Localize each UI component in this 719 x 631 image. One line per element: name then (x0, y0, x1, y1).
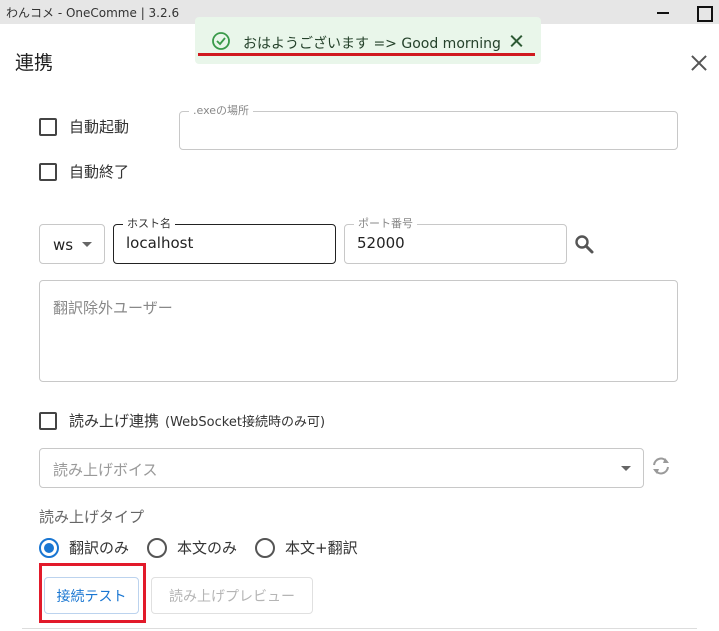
radio-translation-only[interactable]: 翻訳のみ (39, 537, 129, 558)
toast-message: おはようございます => Good morning (243, 36, 501, 52)
radio-body-and-translation-button[interactable] (255, 537, 276, 558)
radio-body-only[interactable]: 本文のみ (147, 537, 237, 558)
chevron-down-icon (621, 466, 631, 471)
auto-start-label: 自動起動 (69, 118, 130, 136)
exe-path-label: .exeの場所 (189, 104, 254, 118)
host-label: ホスト名 (123, 217, 175, 231)
radio-translation-only-button[interactable] (39, 537, 59, 558)
toast-highlight-underline (198, 53, 535, 56)
auto-start-checkbox[interactable] (39, 117, 57, 136)
refresh-icon[interactable] (650, 455, 672, 477)
protocol-select[interactable]: ws (39, 224, 105, 264)
divider (22, 628, 697, 629)
connection-test-button[interactable]: 接続テスト (44, 577, 139, 614)
host-input[interactable]: localhost (126, 234, 193, 252)
tts-preview-button[interactable]: 読み上げプレビュー (151, 577, 313, 614)
auto-stop-checkbox[interactable] (39, 162, 57, 181)
read-type-radio-group: 翻訳のみ 本文のみ 本文+翻訳 (39, 537, 376, 558)
port-field[interactable]: ポート番号 52000 (344, 217, 567, 264)
port-input[interactable]: 52000 (357, 234, 405, 252)
tts-link-row[interactable]: 読み上げ連携 (WebSocket接続時のみ可) (39, 410, 325, 431)
auto-stop-row[interactable]: 自動終了 (39, 161, 129, 182)
exe-path-field[interactable]: .exeの場所 (179, 104, 678, 150)
check-circle-icon (212, 32, 230, 50)
maximize-button[interactable] (694, 3, 713, 22)
protocol-value: ws (53, 236, 74, 254)
auto-stop-label: 自動終了 (69, 163, 130, 181)
close-icon[interactable] (688, 52, 710, 74)
radio-body-only-label: 本文のみ (177, 539, 238, 557)
radio-body-and-translation-label: 本文+翻訳 (285, 539, 358, 557)
tts-link-label: 読み上げ連携 (69, 412, 160, 430)
read-type-label: 読み上げタイプ (39, 508, 145, 526)
toast-notification: おはようございます => Good morning (195, 17, 541, 64)
exclude-users-placeholder: 翻訳除外ユーザー (53, 299, 173, 317)
window-title: わんコメ - OneComme | 3.2.6 (6, 6, 180, 20)
voice-select[interactable]: 読み上げボイス (39, 448, 644, 488)
radio-translation-only-label: 翻訳のみ (69, 539, 130, 557)
voice-placeholder: 読み上げボイス (53, 461, 158, 479)
toast-close-icon[interactable] (509, 33, 525, 49)
dialog-title: 連携 (15, 52, 54, 74)
tts-link-checkbox[interactable] (39, 411, 57, 430)
host-field[interactable]: ホスト名 localhost (113, 217, 336, 264)
radio-body-and-translation[interactable]: 本文+翻訳 (255, 537, 358, 558)
exclude-users-textarea[interactable]: 翻訳除外ユーザー (39, 280, 678, 382)
radio-body-only-button[interactable] (147, 537, 168, 558)
port-label: ポート番号 (354, 217, 417, 231)
auto-start-row[interactable]: 自動起動 (39, 116, 129, 137)
tts-link-note: (WebSocket接続時のみ可) (165, 415, 326, 430)
chevron-down-icon (82, 242, 92, 247)
minimize-button[interactable] (654, 3, 672, 21)
search-icon[interactable] (573, 233, 595, 255)
